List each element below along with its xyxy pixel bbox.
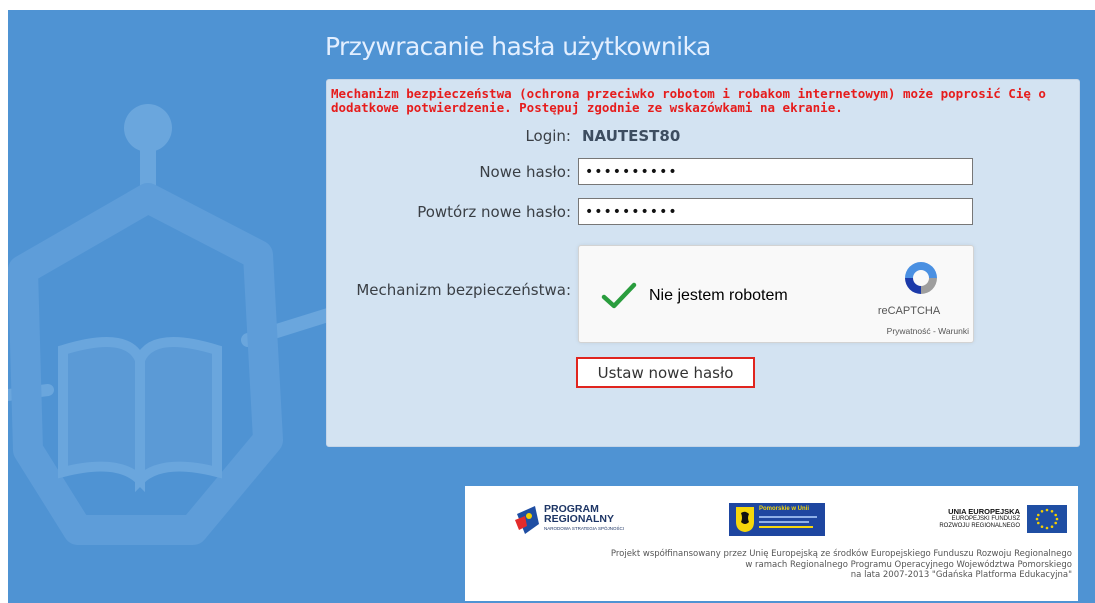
pomorskie-logo-line [759, 521, 809, 523]
pomorskie-logo-line [759, 526, 813, 528]
captcha-checkbox-label: Nie jestem robotem [649, 287, 788, 304]
pomorskie-logo: Pomorskie w Unii [729, 503, 825, 536]
program-regionalny-title: PROGRAM REGIONALNY [544, 503, 615, 525]
login-value: NAUTEST80 [582, 127, 681, 145]
green-checkmark-icon[interactable] [601, 282, 637, 310]
pomorskie-crest-icon [736, 507, 754, 532]
set-new-password-button[interactable]: Ustaw nowe hasło [576, 357, 755, 388]
recaptcha-brand: reCAPTCHA [877, 305, 941, 317]
ue-logo-subtitle: EUROPEJSKI FUNDUSZ ROZWOJU REGIONALNEGO [939, 516, 1020, 529]
password-reset-panel: Mechanizm bezpieczeństwa (ochrona przeci… [326, 79, 1080, 447]
new-password-label: Nowe hasło: [479, 163, 571, 181]
page-background: Przywracanie hasła użytkownika Mechanizm… [8, 10, 1095, 603]
security-warning: Mechanizm bezpieczeństwa (ochrona przeci… [331, 86, 1046, 115]
ue-logo-title: UNIA EUROPEJSKA [948, 507, 1020, 516]
repeat-password-field[interactable] [578, 198, 973, 225]
unia-europejska-logo: UNIA EUROPEJSKA EUROPEJSKI FUNDUSZ ROZWO… [913, 501, 1073, 537]
program-regionalny-logo: PROGRAM REGIONALNY NARODOWA STRATEGIA SP… [509, 502, 659, 536]
program-regionalny-icon [515, 506, 539, 534]
new-password-field[interactable] [578, 158, 973, 185]
funding-statement-line: w ramach Regionalnego Programu Operacyjn… [745, 559, 1072, 570]
eu-flag-icon [1027, 505, 1067, 533]
pomorskie-logo-title: Pomorskie w Unii [759, 506, 810, 512]
login-label: Login: [525, 127, 571, 145]
recaptcha-logo-icon [905, 262, 937, 294]
repeat-password-label: Powtórz nowe hasło: [417, 203, 571, 221]
funding-statement-line: Projekt współfinansowany przez Unię Euro… [610, 549, 1072, 559]
funding-statement-line: na lata 2007-2013 "Gdańska Platforma Edu… [850, 570, 1072, 580]
recaptcha-widget: Nie jestem robotem reCAPTCHA Prywatność … [578, 245, 974, 343]
page-title: Przywracanie hasła użytkownika [325, 32, 711, 61]
program-regionalny-subtitle: NARODOWA STRATEGIA SPÓJNOŚCI [544, 526, 625, 531]
pomorskie-logo-line [759, 516, 817, 518]
captcha-label: Mechanizm bezpieczeństwa: [356, 281, 571, 299]
recaptcha-privacy-links[interactable]: Prywatność - Warunki [829, 326, 969, 336]
eu-funding-footer: PROGRAM REGIONALNY NARODOWA STRATEGIA SP… [465, 486, 1078, 601]
funding-statement: Projekt współfinansowany przez Unię Euro… [472, 549, 1072, 581]
